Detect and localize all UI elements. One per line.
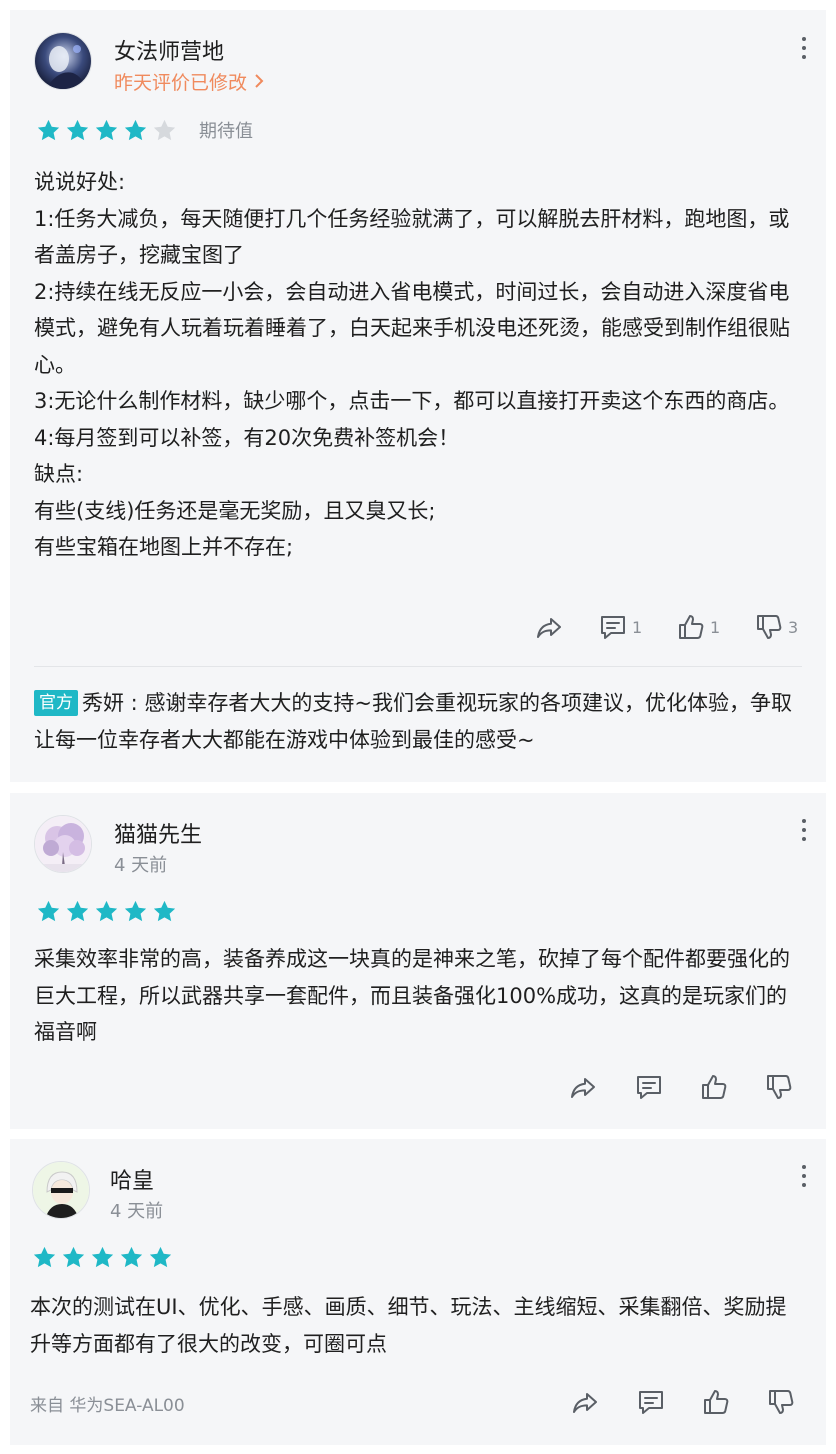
share-icon <box>534 612 564 642</box>
review-card: 猫猫先生 4 天前 采集效率非常的高，装备养成这一块真的是神来之笔，砍掉了每个配… <box>10 793 826 1129</box>
star-icon <box>32 1245 57 1270</box>
more-options-icon[interactable] <box>800 819 808 841</box>
thumbs-down-icon <box>754 612 784 642</box>
review-actions <box>10 1070 826 1104</box>
username[interactable]: 女法师营地 <box>114 34 224 66</box>
avatar[interactable] <box>32 1161 90 1219</box>
comment-button[interactable] <box>636 1385 666 1419</box>
review-line: 3:无论什么制作材料，缺少哪个，点击一下，都可以直接打开卖这个东西的商店。 <box>34 389 790 413</box>
like-button[interactable] <box>699 1070 729 1104</box>
more-options-icon[interactable] <box>800 1165 808 1187</box>
review-actions: 1 1 3 <box>10 610 826 644</box>
thumbs-up-icon <box>701 1387 731 1417</box>
thumbs-down-icon <box>764 1072 794 1102</box>
share-button[interactable] <box>570 1385 600 1419</box>
comment-button[interactable] <box>634 1070 664 1104</box>
star-icon <box>94 899 119 924</box>
divider <box>34 666 802 667</box>
review-line: 1:任务大减负，每天随便打几个任务经验就满了，可以解脱去肝材料，跑地图，或者盖房… <box>34 206 790 268</box>
rating-label: 期待值 <box>199 121 253 142</box>
review-text: 说说好处: 1:任务大减负，每天随便打几个任务经验就满了，可以解脱去肝材料，跑地… <box>34 164 804 566</box>
review-line: 有些(支线)任务还是毫无奖励，且又臭又长; <box>34 498 436 523</box>
dislike-button[interactable] <box>766 1385 796 1419</box>
dislike-button[interactable]: 3 <box>754 610 798 644</box>
star-icon <box>61 1245 86 1270</box>
star-icon <box>90 1245 115 1270</box>
review-card: 女法师营地 昨天评价已修改 期待值 说说好处: 1:任务大减负，每天随便打几个任… <box>10 10 826 782</box>
review-time: 4 天前 <box>110 1201 164 1222</box>
review-line: 4:每月签到可以补签，有20次免费补签机会！ <box>34 425 460 450</box>
official-badge: 官方 <box>34 690 78 716</box>
star-icon <box>119 1245 144 1270</box>
edited-meta[interactable]: 昨天评价已修改 <box>114 68 265 95</box>
share-icon <box>570 1387 600 1417</box>
like-button[interactable]: 1 <box>676 610 720 644</box>
comment-count: 1 <box>632 617 643 637</box>
comment-icon <box>598 612 628 642</box>
share-button[interactable] <box>534 610 564 644</box>
thumbs-up-icon <box>676 612 706 642</box>
dislike-button[interactable] <box>764 1070 794 1104</box>
star-icon <box>94 118 119 143</box>
avatar[interactable] <box>34 32 92 90</box>
like-count: 1 <box>710 617 721 637</box>
username[interactable]: 猫猫先生 <box>114 817 202 849</box>
thumbs-down-icon <box>766 1387 796 1417</box>
review-time: 4 天前 <box>114 855 168 876</box>
star-icon <box>152 899 177 924</box>
review-line: 说说好处: <box>34 170 126 194</box>
reply-author: 秀妍 <box>82 691 124 715</box>
review-line: 2:持续在线无反应一小会，会自动进入省电模式，时间过长，会自动进入深度省电模式，… <box>34 279 790 377</box>
comment-icon <box>634 1072 664 1102</box>
official-reply: 官方 秀妍 : 感谢幸存者大大的支持~我们会重视玩家的各项建议，优化体验，争取让每… <box>34 685 804 758</box>
star-rating: 期待值 <box>36 117 253 143</box>
share-button[interactable] <box>568 1070 598 1104</box>
review-text: 本次的测试在UI、优化、手感、画质、细节、玩法、主线缩短、采集翻倍、奖励提升等方… <box>30 1295 787 1356</box>
like-button[interactable] <box>701 1385 731 1419</box>
star-icon <box>152 118 177 143</box>
review-card: 哈皇 4 天前 本次的测试在UI、优化、手感、画质、细节、玩法、主线缩短、采集翻… <box>10 1139 826 1445</box>
star-icon <box>36 899 61 924</box>
share-icon <box>568 1072 598 1102</box>
comment-icon <box>636 1387 666 1417</box>
dislike-count: 3 <box>788 617 799 637</box>
star-icon <box>65 899 90 924</box>
chevron-right-icon <box>253 72 265 95</box>
star-icon <box>65 118 90 143</box>
avatar[interactable] <box>34 815 92 873</box>
review-time: 昨天评价已修改 <box>114 72 248 94</box>
star-icon <box>123 899 148 924</box>
review-actions <box>10 1385 826 1419</box>
review-line: 缺点: <box>34 462 84 486</box>
review-line: 有些宝箱在地图上并不存在; <box>34 535 294 559</box>
thumbs-up-icon <box>699 1072 729 1102</box>
star-icon <box>123 118 148 143</box>
comment-button[interactable]: 1 <box>598 610 642 644</box>
star-icon <box>148 1245 173 1270</box>
star-rating <box>36 899 181 924</box>
star-icon <box>36 118 61 143</box>
more-options-icon[interactable] <box>800 37 808 59</box>
username[interactable]: 哈皇 <box>110 1163 154 1195</box>
reply-text: 感谢幸存者大大的支持~我们会重视玩家的各项建议，优化体验，争取让每一位幸存者大大… <box>34 691 793 752</box>
star-rating <box>32 1245 177 1270</box>
reply-separator: : <box>124 691 145 715</box>
review-text: 采集效率非常的高，装备养成这一块真的是神来之笔，砍掉了每个配件都要强化的巨大工程… <box>34 947 790 1044</box>
